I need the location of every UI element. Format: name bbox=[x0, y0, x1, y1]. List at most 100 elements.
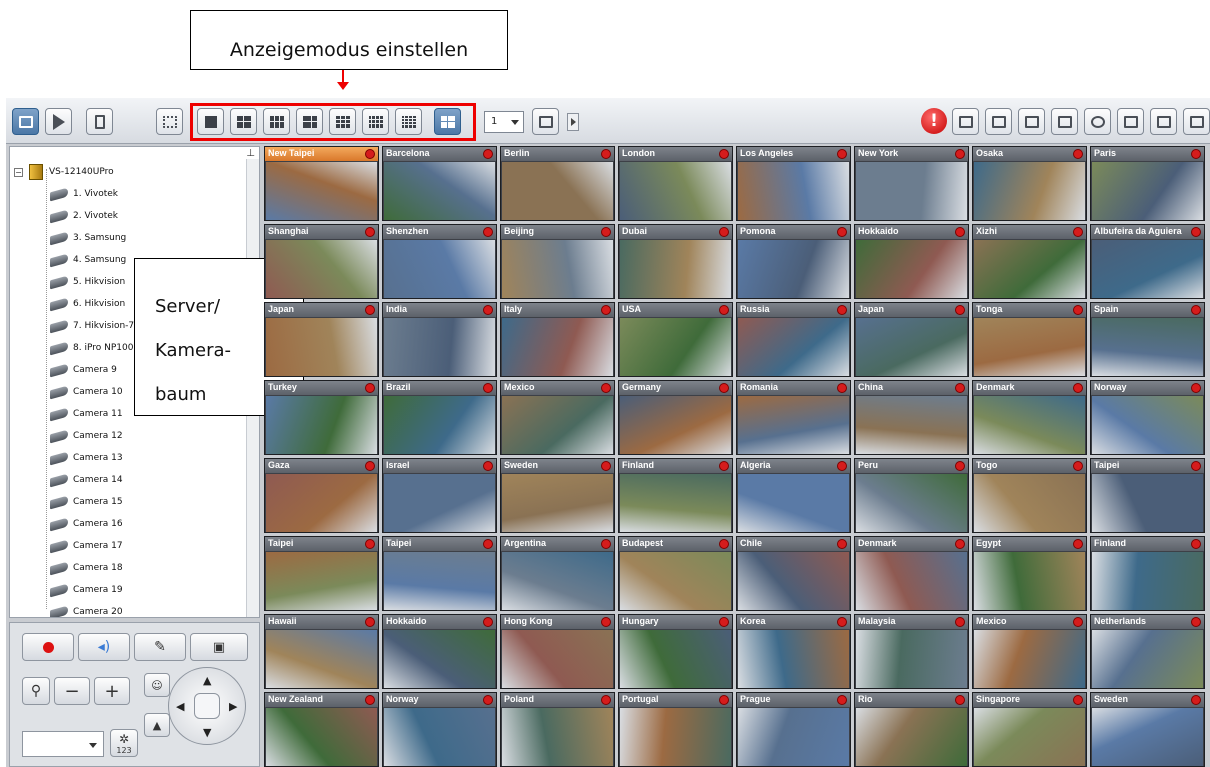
tree-camera-row[interactable]: Camera 10 bbox=[50, 381, 123, 403]
video-tile[interactable]: Shenzhen bbox=[382, 224, 497, 299]
video-tile[interactable]: Japan bbox=[854, 302, 969, 377]
video-tile[interactable]: Brazil bbox=[382, 380, 497, 455]
tree-camera-row[interactable]: Camera 18 bbox=[50, 557, 123, 579]
video-tile[interactable]: India bbox=[382, 302, 497, 377]
tree-camera-row[interactable]: Camera 13 bbox=[50, 447, 123, 469]
tree-camera-row[interactable]: Camera 14 bbox=[50, 469, 123, 491]
zoom-in-button[interactable]: + bbox=[94, 677, 130, 705]
video-tile[interactable]: Russia bbox=[736, 302, 851, 377]
video-tile[interactable]: Sweden bbox=[1090, 692, 1205, 767]
video-tile[interactable]: Hokkaido bbox=[382, 614, 497, 689]
down-arrow-icon[interactable]: ▼ bbox=[203, 726, 211, 739]
video-tile[interactable]: Barcelona bbox=[382, 146, 497, 221]
video-tile[interactable]: Malaysia bbox=[854, 614, 969, 689]
video-tile[interactable]: Togo bbox=[972, 458, 1087, 533]
video-tile[interactable]: Prague bbox=[736, 692, 851, 767]
video-tile[interactable]: Albufeira da Aguiera bbox=[1090, 224, 1205, 299]
tree-camera-row[interactable]: Camera 9 bbox=[50, 359, 117, 381]
video-tile[interactable]: Rio bbox=[854, 692, 969, 767]
tree-camera-row[interactable]: 3. Samsung bbox=[50, 227, 126, 249]
channel-select[interactable]: 1 bbox=[484, 111, 524, 133]
tree-camera-row[interactable]: 8. iPro NP1000 bbox=[50, 337, 139, 359]
collapse-icon[interactable]: − bbox=[14, 167, 23, 177]
video-tile[interactable]: Sweden bbox=[500, 458, 615, 533]
microphone-button[interactable]: ✎ bbox=[134, 633, 186, 661]
video-tile[interactable]: Taipei bbox=[382, 536, 497, 611]
video-tile[interactable]: Spain bbox=[1090, 302, 1205, 377]
alert-icon[interactable]: ! bbox=[921, 108, 947, 134]
logout-icon[interactable] bbox=[1183, 108, 1210, 135]
settings-icon[interactable] bbox=[86, 108, 113, 135]
video-tile[interactable]: Germany bbox=[618, 380, 733, 455]
zoom-button[interactable]: ⚲ bbox=[22, 677, 50, 705]
audio-button[interactable]: ◂) bbox=[78, 633, 130, 661]
pin-icon[interactable]: ⊥ bbox=[246, 148, 255, 159]
about-icon[interactable] bbox=[1150, 108, 1177, 135]
video-tile[interactable]: Peru bbox=[854, 458, 969, 533]
video-tile[interactable]: Pomona bbox=[736, 224, 851, 299]
help-icon[interactable] bbox=[1117, 108, 1144, 135]
tree-camera-row[interactable]: 4. Samsung bbox=[50, 249, 126, 271]
video-tile[interactable]: Mexico bbox=[972, 614, 1087, 689]
video-tile[interactable]: Hong Kong bbox=[500, 614, 615, 689]
video-tile[interactable]: Finland bbox=[618, 458, 733, 533]
tree-camera-row[interactable]: 5. Hikvision bbox=[50, 271, 125, 293]
video-tile[interactable]: Gaza bbox=[264, 458, 379, 533]
ptz-direction-dial[interactable]: ▲ ▼ ◀ ▶ bbox=[168, 667, 246, 745]
add-icon[interactable] bbox=[985, 108, 1012, 135]
video-tile[interactable]: Hokkaido bbox=[854, 224, 969, 299]
globe-icon[interactable] bbox=[1084, 108, 1111, 135]
fullscreen-icon[interactable] bbox=[156, 108, 183, 135]
video-tile[interactable]: Denmark bbox=[972, 380, 1087, 455]
sequence-icon[interactable] bbox=[532, 108, 559, 135]
video-tile[interactable]: Singapore bbox=[972, 692, 1087, 767]
video-tile[interactable]: New Zealand bbox=[264, 692, 379, 767]
ptz-person-button[interactable]: ☺ bbox=[144, 673, 170, 697]
video-tile[interactable]: Argentina bbox=[500, 536, 615, 611]
tree-camera-row[interactable]: Camera 17 bbox=[50, 535, 123, 557]
video-tile[interactable]: Norway bbox=[382, 692, 497, 767]
video-tile[interactable]: New Taipei bbox=[264, 146, 379, 221]
record-button[interactable] bbox=[22, 633, 74, 661]
right-arrow-icon[interactable]: ▶ bbox=[229, 700, 237, 713]
up-arrow-icon[interactable]: ▲ bbox=[203, 674, 211, 687]
layout-icon[interactable] bbox=[1018, 108, 1045, 135]
video-tile[interactable]: Algeria bbox=[736, 458, 851, 533]
video-tile[interactable]: Korea bbox=[736, 614, 851, 689]
tree-camera-row[interactable]: 2. Vivotek bbox=[50, 205, 118, 227]
video-tile[interactable]: Japan bbox=[264, 302, 379, 377]
video-tile[interactable]: USA bbox=[618, 302, 733, 377]
video-tile[interactable]: Turkey bbox=[264, 380, 379, 455]
video-tile[interactable]: Paris bbox=[1090, 146, 1205, 221]
snapshot-button[interactable]: ▣ bbox=[190, 633, 248, 661]
video-tile[interactable]: Berlin bbox=[500, 146, 615, 221]
preset-button[interactable]: ✲ 123 bbox=[110, 729, 138, 757]
video-tile[interactable]: Tonga bbox=[972, 302, 1087, 377]
video-tile[interactable]: Xizhi bbox=[972, 224, 1087, 299]
ptz-home-button[interactable] bbox=[194, 693, 220, 719]
tree-server-row[interactable]: − VS-12140UPro bbox=[14, 161, 114, 183]
video-tile[interactable]: Egypt bbox=[972, 536, 1087, 611]
tree-camera-row[interactable]: Camera 16 bbox=[50, 513, 123, 535]
video-tile[interactable]: Taipei bbox=[264, 536, 379, 611]
video-tile[interactable]: Portugal bbox=[618, 692, 733, 767]
video-tile[interactable]: Italy bbox=[500, 302, 615, 377]
tree-camera-row[interactable]: Camera 19 bbox=[50, 579, 123, 601]
video-tile[interactable]: Denmark bbox=[854, 536, 969, 611]
tree-camera-row[interactable]: 1. Vivotek bbox=[50, 183, 118, 205]
video-tile[interactable]: Hawaii bbox=[264, 614, 379, 689]
video-tile[interactable]: Osaka bbox=[972, 146, 1087, 221]
video-tile[interactable]: Norway bbox=[1090, 380, 1205, 455]
video-tile[interactable]: Dubai bbox=[618, 224, 733, 299]
video-tile[interactable]: Poland bbox=[500, 692, 615, 767]
tree-camera-row[interactable]: Camera 20 bbox=[50, 601, 123, 617]
video-tile[interactable]: Hungary bbox=[618, 614, 733, 689]
monitor-icon[interactable] bbox=[12, 108, 39, 135]
tree-camera-row[interactable]: Camera 12 bbox=[50, 425, 123, 447]
preset-select[interactable] bbox=[22, 731, 104, 757]
video-tile[interactable]: China bbox=[854, 380, 969, 455]
zoom-out-button[interactable]: − bbox=[54, 677, 90, 705]
video-tile[interactable]: London bbox=[618, 146, 733, 221]
snapshot-icon[interactable] bbox=[1051, 108, 1078, 135]
play-icon[interactable] bbox=[45, 108, 72, 135]
